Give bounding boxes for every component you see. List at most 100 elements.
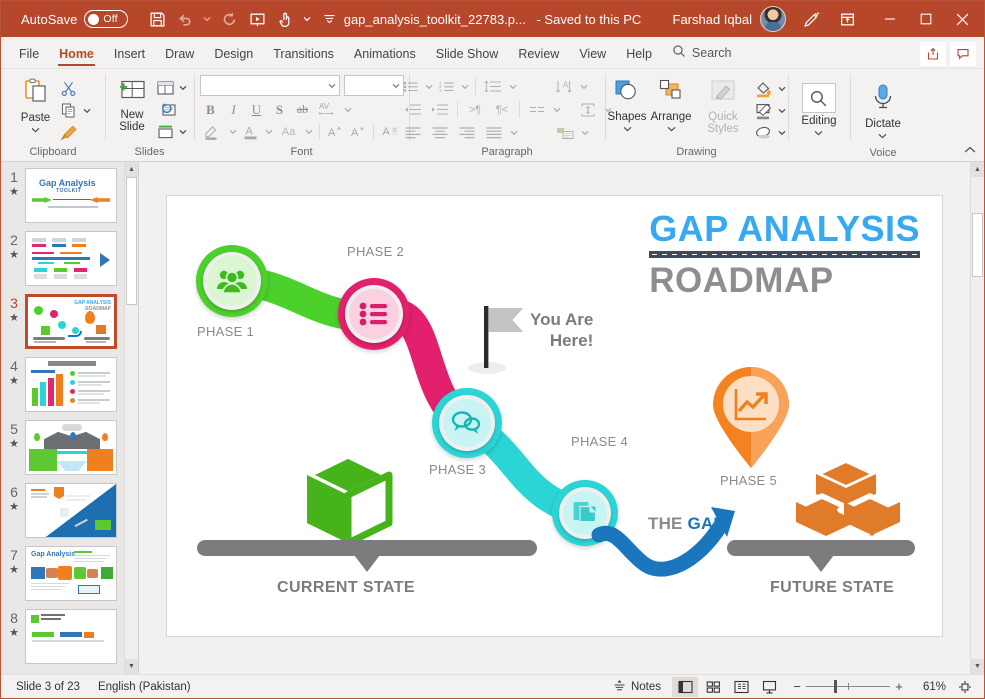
right-to-left-button[interactable]: ¶<: [489, 99, 515, 120]
paste-chevron-down-icon[interactable]: [31, 124, 40, 136]
zoom-slider-track[interactable]: [806, 686, 890, 687]
thumbnail-7[interactable]: Gap Analysis: [25, 546, 117, 601]
character-spacing-button[interactable]: AV: [315, 99, 341, 120]
thumbnail-8[interactable]: [25, 609, 117, 664]
phase-2-node[interactable]: [338, 278, 410, 350]
notes-button[interactable]: Notes: [604, 679, 670, 695]
ribbon-display-options-icon[interactable]: [834, 6, 860, 32]
bullets-button[interactable]: [400, 76, 422, 97]
list-item[interactable]: 7 ★ Gap Analysis: [3, 546, 138, 601]
phase-1-node[interactable]: [196, 245, 268, 317]
copy-chevron-down-icon[interactable]: [81, 100, 93, 121]
line-spacing-button[interactable]: [480, 76, 506, 97]
text-highlight-color-button[interactable]: [200, 121, 226, 142]
dictate-chevron-down-icon[interactable]: [878, 130, 887, 142]
align-center-button[interactable]: [427, 122, 453, 143]
tab-view[interactable]: View: [569, 42, 616, 68]
smartart-chevron-down-icon[interactable]: [579, 122, 591, 143]
avatar[interactable]: [760, 6, 786, 32]
tab-review[interactable]: Review: [508, 42, 569, 68]
thumbnail-scroll-handle[interactable]: [126, 177, 137, 305]
slide-sorter-view-button[interactable]: [700, 677, 726, 697]
scroll-up-arrow-icon[interactable]: ▲: [125, 162, 138, 177]
fit-to-window-button[interactable]: [952, 677, 978, 697]
undo-icon[interactable]: [172, 6, 198, 32]
underline-button[interactable]: U: [246, 99, 268, 120]
slide-canvas[interactable]: GAP ANALYSIS ROADMAP: [167, 196, 942, 636]
strikethrough-button[interactable]: ab: [292, 99, 314, 120]
start-presentation-icon[interactable]: [244, 6, 270, 32]
text-direction-button[interactable]: A: [551, 76, 577, 97]
zoom-slider[interactable]: − +: [788, 679, 908, 694]
list-item[interactable]: 2 ★: [3, 231, 138, 286]
thumbnail-1[interactable]: Gap Analysis TOOLKIT: [25, 168, 117, 223]
redo-icon[interactable]: [216, 6, 242, 32]
text-shadow-button[interactable]: S: [269, 99, 291, 120]
customize-quick-access-toolbar-icon[interactable]: [316, 6, 342, 32]
slide-counter[interactable]: Slide 3 of 23: [7, 681, 89, 693]
touch-mode-chevron-down-icon[interactable]: [300, 6, 314, 32]
thumbnail-scrollbar[interactable]: ▲ ▼: [124, 162, 138, 674]
autosave-control[interactable]: AutoSave Off: [21, 10, 128, 28]
increase-indent-button[interactable]: [427, 99, 453, 120]
character-spacing-chevron-down-icon[interactable]: [342, 99, 354, 120]
justify-chevron-down-icon[interactable]: [508, 122, 520, 143]
font-name-input[interactable]: [200, 75, 340, 96]
dictate-button[interactable]: Dictate: [859, 80, 907, 145]
normal-view-button[interactable]: [672, 677, 698, 697]
increase-font-size-button[interactable]: A: [324, 121, 346, 142]
tab-transitions[interactable]: Transitions: [263, 42, 344, 68]
paste-button[interactable]: Paste: [14, 74, 58, 139]
slide-thumbnail-list[interactable]: 1 ★ Gap Analysis TOOLKIT 2: [1, 162, 138, 674]
cut-button[interactable]: [58, 78, 80, 99]
reset-button[interactable]: [154, 99, 180, 120]
save-icon[interactable]: [144, 6, 170, 32]
thumbnail-4[interactable]: [25, 357, 117, 412]
bold-button[interactable]: B: [200, 99, 222, 120]
layout-chevron-down-icon[interactable]: [177, 77, 189, 98]
format-painter-button[interactable]: [58, 122, 80, 143]
canvas-scroll-up-arrow-icon[interactable]: ▲: [971, 162, 984, 177]
tab-design[interactable]: Design: [204, 42, 263, 68]
thumbnail-6[interactable]: THE GAP: [25, 483, 117, 538]
maximize-button[interactable]: [910, 4, 942, 34]
text-highlight-chevron-down-icon[interactable]: [227, 121, 239, 142]
canvas-scrollbar[interactable]: ▲ ▼: [970, 162, 984, 674]
line-spacing-chevron-down-icon[interactable]: [507, 76, 519, 97]
touch-mode-icon[interactable]: [272, 6, 298, 32]
thumbnail-2[interactable]: [25, 231, 117, 286]
list-item[interactable]: 1 ★ Gap Analysis TOOLKIT: [3, 168, 138, 223]
new-slide-button[interactable]: New Slide: [110, 74, 154, 136]
text-box-align-button[interactable]: [575, 99, 601, 120]
editing-chevron-down-icon[interactable]: [814, 127, 823, 139]
close-button[interactable]: [946, 4, 978, 34]
share-button[interactable]: [920, 42, 946, 66]
arrange-chevron-down-icon[interactable]: [667, 123, 676, 135]
text-direction-chevron-down-icon[interactable]: [578, 76, 590, 97]
shape-fill-chevron-down-icon[interactable]: [776, 78, 788, 99]
shape-outline-button[interactable]: [753, 100, 775, 121]
list-item[interactable]: 3 ★ GAP ANALYSIS ROADMAP: [3, 294, 138, 349]
convert-to-smartart-button[interactable]: [552, 122, 578, 143]
editing-button[interactable]: Editing: [795, 80, 842, 142]
italic-button[interactable]: I: [223, 99, 245, 120]
autosave-toggle[interactable]: Off: [84, 10, 128, 28]
align-left-button[interactable]: [400, 122, 426, 143]
minimize-button[interactable]: [874, 4, 906, 34]
tab-insert[interactable]: Insert: [104, 42, 155, 68]
tab-animations[interactable]: Animations: [344, 42, 426, 68]
phase-5-node[interactable]: [707, 367, 795, 474]
copy-button[interactable]: [58, 100, 80, 121]
search-box[interactable]: Search: [662, 39, 742, 68]
bullets-chevron-down-icon[interactable]: [423, 76, 435, 97]
shape-outline-chevron-down-icon[interactable]: [776, 100, 788, 121]
thumbnail-5[interactable]: [25, 420, 117, 475]
shapes-chevron-down-icon[interactable]: [623, 123, 632, 135]
scroll-down-arrow-icon[interactable]: ▼: [125, 659, 138, 674]
decrease-indent-button[interactable]: [400, 99, 426, 120]
thumbnail-scroll-track[interactable]: [125, 177, 138, 659]
tab-draw[interactable]: Draw: [155, 42, 204, 68]
ink-pen-icon[interactable]: [798, 6, 824, 32]
list-item[interactable]: 8 ★: [3, 609, 138, 664]
font-color-button[interactable]: A: [240, 121, 262, 142]
